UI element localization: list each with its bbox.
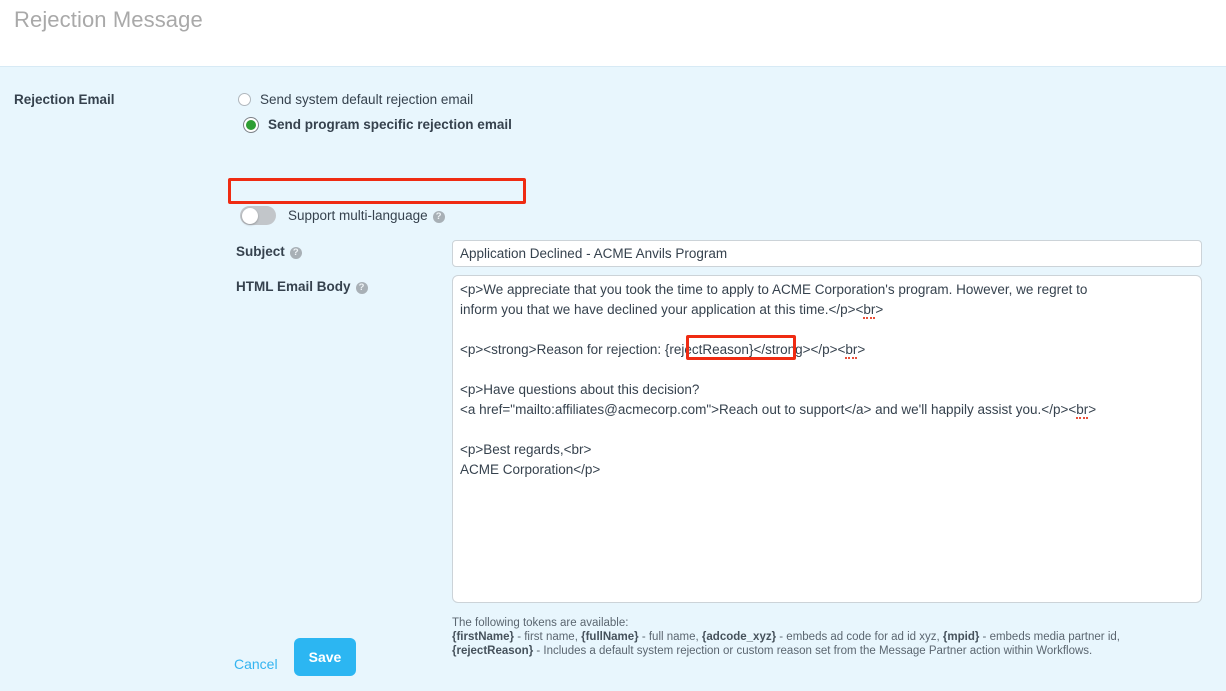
label-subject-text: Subject — [236, 244, 285, 259]
token-adcode: {adcode_xyz} — [701, 631, 777, 643]
radio-label-system-default: Send system default rejection email — [260, 92, 474, 107]
section-label-rejection-email: Rejection Email — [14, 92, 115, 107]
body-line-9: <p>Best regards,<br> — [460, 442, 592, 457]
help-icon-html-email-body[interactable]: ? — [355, 282, 368, 294]
annotation-box-selected-radio — [228, 178, 526, 204]
html-email-body-content: <p>We appreciate that you took the time … — [460, 280, 1197, 480]
toggle-label-multi-language: Support multi-language? — [288, 208, 445, 223]
token-firstname-desc: - first name, — [514, 631, 582, 643]
label-html-email-body: HTML Email Body? — [236, 279, 368, 294]
tokens-help-text: The following tokens are available: {fir… — [452, 616, 1212, 658]
radio-unchecked-icon — [238, 93, 251, 106]
body-line-4-pre: <p><strong>Reason for rejection: — [460, 342, 665, 357]
subject-input[interactable] — [452, 240, 1202, 267]
tokens-help-line-3: {rejectReason} - Includes a default syst… — [452, 644, 1212, 658]
rejection-email-panel: Rejection Email Send system default reje… — [0, 66, 1226, 691]
token-fullname: {fullName} — [581, 631, 639, 643]
body-line-7-end: > — [1088, 402, 1097, 417]
body-line-1: <p>We appreciate that you took the time … — [460, 282, 1088, 297]
token-adcode-desc: - embeds ad code for ad id xyz, — [776, 631, 943, 643]
rejection-email-radio-group: Send system default rejection email Send… — [236, 87, 512, 137]
tokens-help-line-2: {firstName} - first name, {fullName} - f… — [452, 630, 1212, 644]
tokens-help-intro: The following tokens are available: — [452, 617, 629, 629]
support-multi-language-row[interactable]: Support multi-language? — [240, 206, 445, 225]
radio-checked-icon — [244, 117, 258, 132]
toggle-knob — [241, 207, 258, 224]
toggle-label-text: Support multi-language — [288, 208, 428, 223]
radio-label-program-specific: Send program specific rejection email — [268, 117, 512, 132]
body-line-2-end: > — [875, 302, 884, 317]
body-line-4-token: {rejectReason} — [664, 342, 754, 357]
body-line-4-end: > — [857, 342, 866, 357]
body-line-7-spell-error: br — [1076, 402, 1089, 419]
radio-send-system-default[interactable]: Send system default rejection email — [236, 87, 512, 112]
support-multi-language-toggle[interactable] — [240, 206, 276, 225]
html-email-body-textarea[interactable]: <p>We appreciate that you took the time … — [452, 275, 1202, 603]
token-rejectreason: {rejectReason} — [452, 645, 534, 657]
label-subject: Subject? — [236, 244, 302, 259]
cancel-button[interactable]: Cancel — [226, 650, 286, 678]
rejection-message-page: Rejection Message Rejection Email Send s… — [0, 0, 1226, 691]
label-html-email-body-text: HTML Email Body — [236, 279, 351, 294]
body-line-2-spell-error: br — [863, 302, 876, 319]
page-header: Rejection Message — [0, 0, 1226, 66]
body-line-4-spell-error: br — [845, 342, 858, 359]
help-icon-multi-language[interactable]: ? — [432, 211, 445, 223]
body-line-2: inform you that we have declined your ap… — [460, 302, 864, 317]
body-line-6: <p>Have questions about this decision? — [460, 382, 700, 397]
token-firstname: {firstName} — [452, 631, 514, 643]
save-button[interactable]: Save — [294, 638, 356, 676]
page-title: Rejection Message — [14, 7, 203, 32]
token-rejectreason-desc: - Includes a default system rejection or… — [533, 645, 1093, 657]
token-mpid: {mpid} — [942, 631, 980, 643]
body-line-10: ACME Corporation</p> — [460, 462, 601, 477]
token-fullname-desc: - full name, — [638, 631, 702, 643]
help-icon-subject[interactable]: ? — [289, 247, 302, 259]
radio-send-program-specific[interactable]: Send program specific rejection email — [236, 112, 512, 137]
token-mpid-desc: - embeds media partner id, — [979, 631, 1120, 643]
body-line-7: <a href="mailto:affiliates@acmecorp.com"… — [460, 402, 1077, 417]
body-line-4-post: </strong></p>< — [753, 342, 846, 357]
